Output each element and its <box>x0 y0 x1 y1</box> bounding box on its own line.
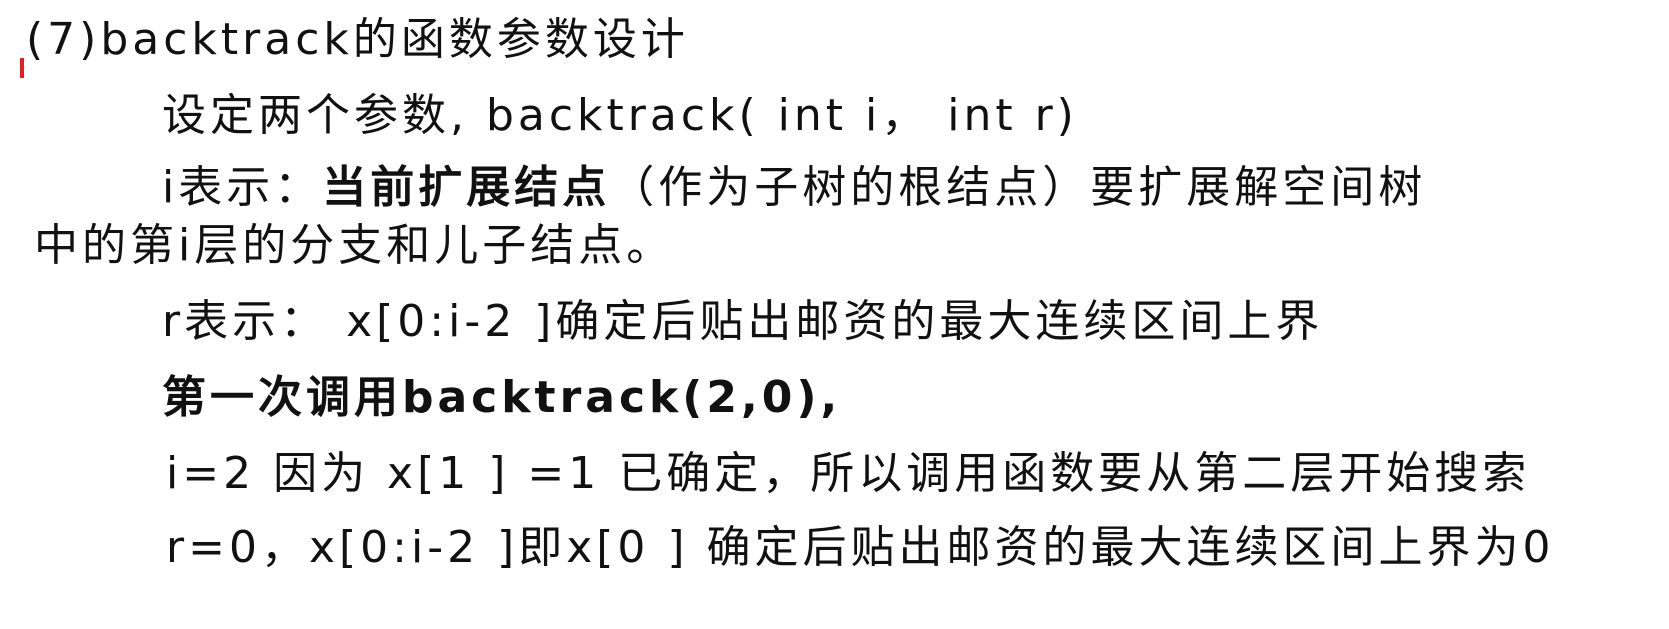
r-description: r表示： x[0:i-2 ]确定后贴出邮资的最大连续区间上界 <box>162 296 1324 347</box>
i-description: i表示：当前扩展结点（作为子树的根结点）要扩展解空间树 <box>162 160 1426 216</box>
i-description-continuation: 中的第i层的分支和儿子结点。 <box>34 220 675 271</box>
red-marker <box>20 58 24 78</box>
i-value-explanation: i=2 因为 x[1 ] =1 已确定，所以调用函数要从第二层开始搜索 <box>166 448 1531 499</box>
i-desc-prefix: i表示： <box>162 162 323 213</box>
r-value-explanation: r=0，x[0:i-2 ]即x[0 ] 确定后贴出邮资的最大连续区间上界为0 <box>166 522 1555 573</box>
params-intro: 设定两个参数, backtrack( int i， int r) <box>162 90 1078 141</box>
i-desc-rest: （作为子树的根结点）要扩展解空间树 <box>610 162 1427 213</box>
section-heading: (7)backtrack的函数参数设计 <box>26 14 689 65</box>
first-call: 第一次调用backtrack(2,0), <box>162 372 842 423</box>
i-desc-emphasis: 当前扩展结点 <box>322 162 611 213</box>
slide: (7)backtrack的函数参数设计 设定两个参数, backtrack( i… <box>0 0 1669 629</box>
